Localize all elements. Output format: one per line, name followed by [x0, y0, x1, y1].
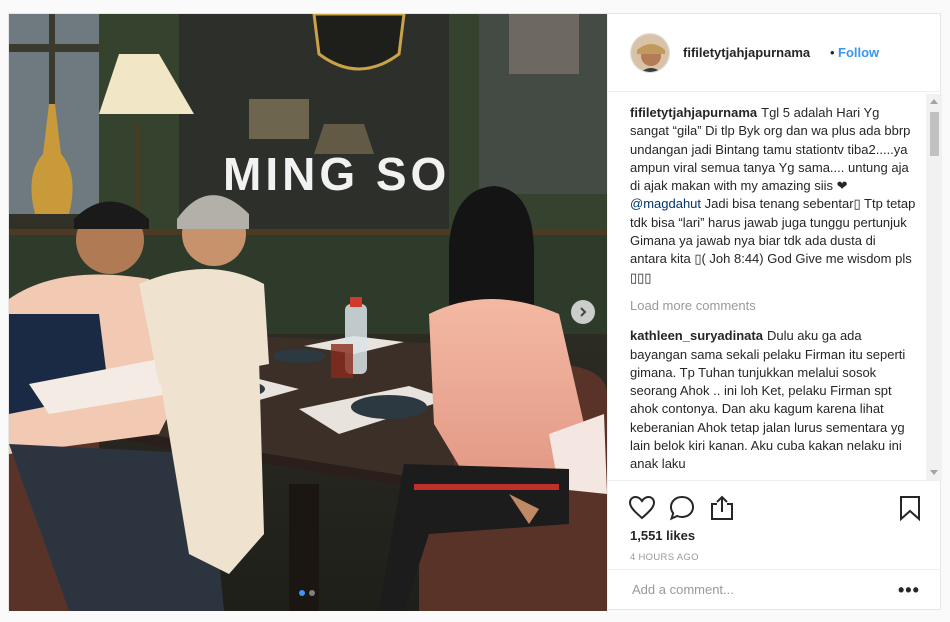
like-button[interactable] — [628, 494, 656, 522]
carousel-dot[interactable] — [309, 590, 315, 596]
avatar-photo — [631, 34, 669, 72]
post-photo[interactable]: MING SO — [9, 14, 607, 611]
carousel-dots — [299, 590, 315, 596]
avatar[interactable] — [630, 33, 670, 73]
bookmark-icon — [900, 496, 920, 522]
next-photo-button[interactable] — [571, 300, 595, 324]
post-card: MING SO fifiletytjahjapurnama • Follow f… — [8, 13, 942, 611]
follow-button[interactable]: Follow — [838, 45, 879, 60]
load-more-comments-button[interactable]: Load more comments — [630, 297, 916, 315]
comments-list[interactable]: fifiletytjahjapurnama Tgl 5 adalah Hari Y… — [630, 104, 916, 470]
scroll-down-arrow-icon[interactable] — [930, 470, 938, 475]
caption-username[interactable]: fifiletytjahjapurnama — [630, 105, 757, 120]
comment-username[interactable]: kathleen_suryadinata — [630, 328, 763, 343]
caption: fifiletytjahjapurnama Tgl 5 adalah Hari Y… — [630, 104, 916, 287]
post-header: fifiletytjahjapurnama • Follow — [608, 14, 941, 92]
save-button[interactable] — [896, 494, 924, 522]
share-icon — [711, 495, 733, 520]
comment-text: Dulu aku ga ada bayangan sama sekali pel… — [630, 328, 906, 470]
comment-button[interactable] — [668, 494, 696, 522]
likes-count[interactable]: 1,551 likes — [630, 528, 695, 543]
scrollbar-thumb[interactable] — [930, 112, 939, 156]
comment-item: kathleen_suryadinata Dulu aku ga ada baya… — [630, 327, 916, 470]
post-actions: 1,551 likes 4 HOURS AGO ••• — [608, 480, 941, 610]
add-comment-bar: ••• — [608, 569, 941, 611]
mention-link[interactable]: @magdahut — [630, 196, 701, 211]
post-details-panel: fifiletytjahjapurnama • Follow fifiletyt… — [607, 14, 942, 610]
scroll-up-arrow-icon[interactable] — [930, 99, 938, 104]
carousel-dot[interactable] — [299, 590, 305, 596]
comment-icon — [669, 495, 695, 521]
add-comment-input[interactable] — [630, 581, 884, 598]
heart-icon — [628, 495, 656, 520]
post-timestamp: 4 HOURS AGO — [630, 552, 699, 563]
header-username[interactable]: fifiletytjahjapurnama — [683, 45, 810, 60]
more-options-button[interactable]: ••• — [898, 580, 920, 601]
share-button[interactable] — [708, 494, 736, 522]
header-separator: • — [830, 45, 835, 60]
restaurant-sign: MING SO — [223, 148, 450, 200]
restaurant-photo: MING SO — [9, 14, 607, 611]
chevron-right-icon — [580, 307, 587, 317]
comments-scrollbar[interactable] — [926, 94, 942, 480]
